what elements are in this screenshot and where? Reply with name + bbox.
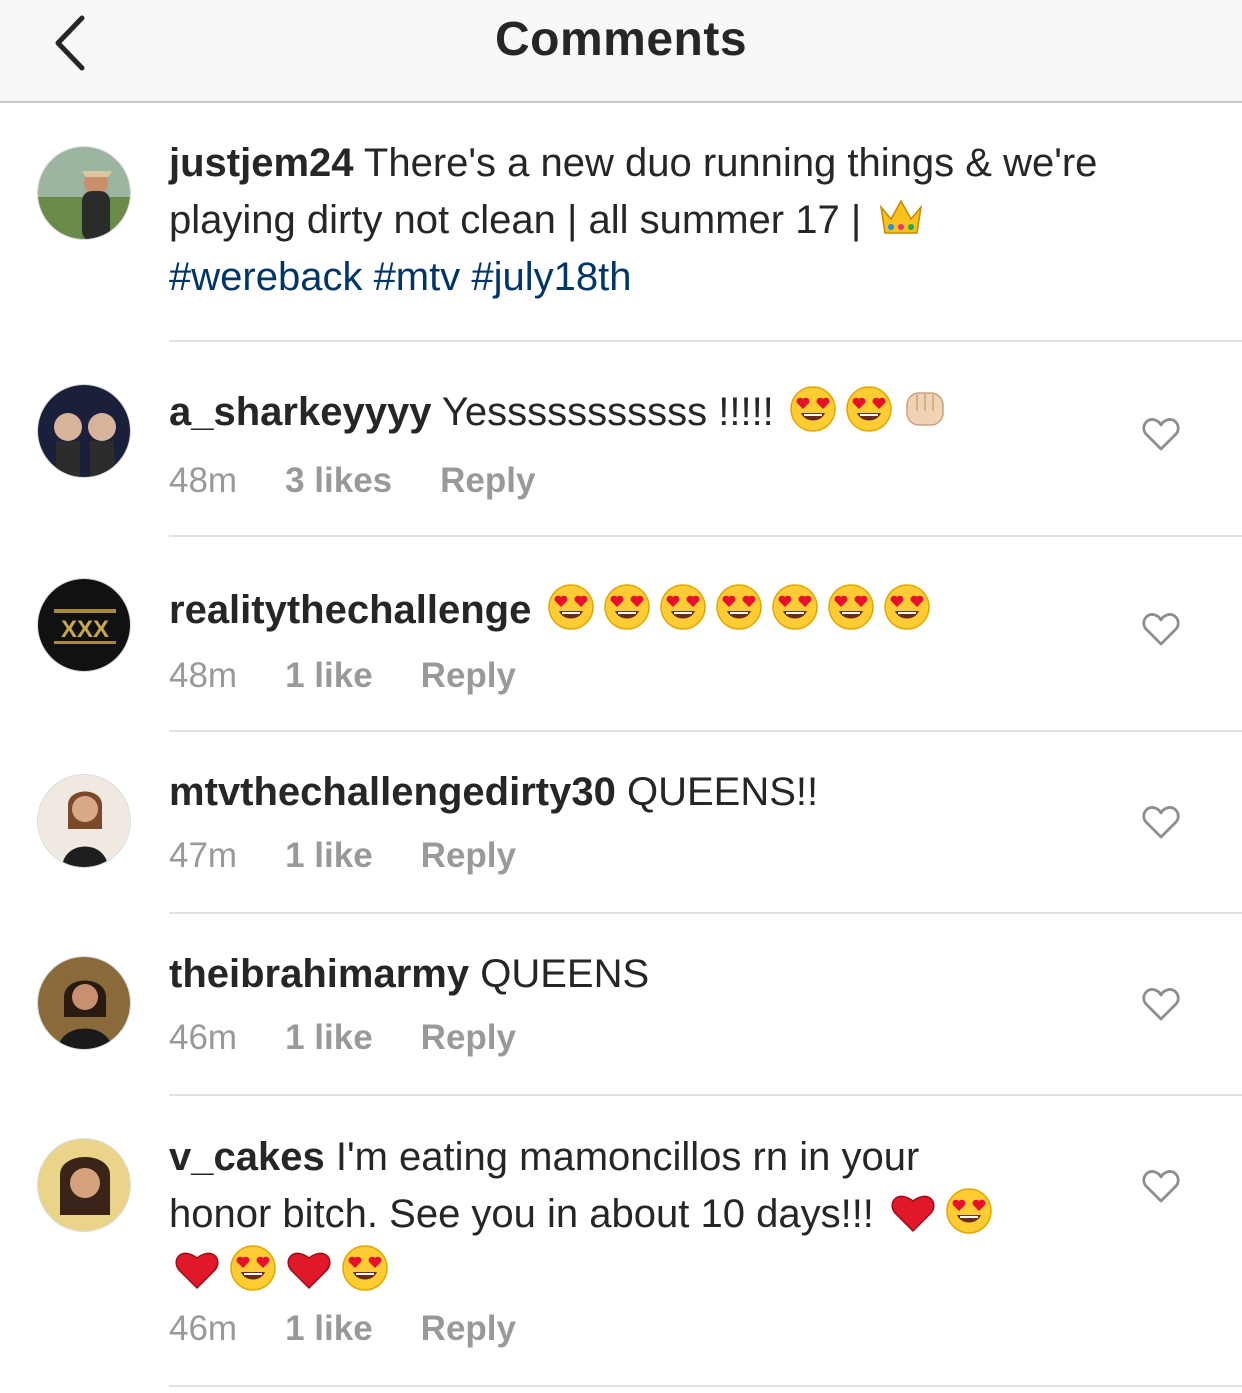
- comment-row: v_cakes I'm eating mamoncillos rn in you…: [0, 1096, 1242, 1386]
- heart-eyes-emoji-icon: [881, 583, 933, 631]
- comment-body: I'm eating mamoncillos rn in your: [335, 1135, 920, 1179]
- avatar[interactable]: XXX: [37, 578, 131, 672]
- comment-time: 48m: [169, 656, 238, 695]
- like-heart-icon[interactable]: [1141, 416, 1181, 452]
- red-heart-emoji-icon: [283, 1244, 335, 1292]
- crown-emoji-icon: [874, 193, 928, 241]
- heart-eyes-emoji-icon: [657, 583, 709, 631]
- comment-likes[interactable]: 3 likes: [285, 461, 392, 500]
- heart-eyes-emoji-icon: [843, 385, 895, 433]
- red-heart-emoji-icon: [171, 1244, 223, 1292]
- heart-eyes-emoji-icon: [713, 583, 765, 631]
- comment-likes[interactable]: 1 like: [285, 1018, 373, 1057]
- comment-meta: 46m 1 like Reply: [169, 1018, 564, 1058]
- comment-row: XXX realitythechallenge 48m 1 like Reply: [0, 537, 1242, 730]
- comment-row: mtvthechallengedirty30 QUEENS!! 47m 1 lik…: [0, 732, 1242, 912]
- heart-eyes-emoji-icon: [339, 1244, 391, 1292]
- red-heart-emoji-icon: [887, 1187, 939, 1235]
- comment-meta: 48m 3 likes Reply: [169, 461, 583, 501]
- fist-emoji-icon: [899, 385, 951, 433]
- comment-username[interactable]: a_sharkeyyyy: [169, 390, 431, 434]
- like-heart-icon[interactable]: [1141, 986, 1181, 1022]
- heart-eyes-emoji-icon: [787, 385, 839, 433]
- caption-text: justjem24 There's a new duo running thin…: [169, 135, 1169, 306]
- nav-bar: Comments: [0, 0, 1242, 103]
- comment-row: a_sharkeyyyy Yesssssssssss !!!!! 48m 3 li…: [0, 342, 1242, 535]
- comment-body: QUEENS!!: [626, 770, 819, 814]
- post-caption: justjem24 There's a new duo running thin…: [0, 104, 1242, 342]
- comment-username[interactable]: theibrahimarmy: [169, 952, 469, 996]
- reply-button[interactable]: Reply: [421, 656, 516, 695]
- divider: [169, 1385, 1242, 1387]
- heart-eyes-emoji-icon: [601, 583, 653, 631]
- reply-button[interactable]: Reply: [421, 836, 516, 875]
- comment-text: v_cakes I'm eating mamoncillos rn in you…: [169, 1129, 1169, 1300]
- reply-button[interactable]: Reply: [421, 1018, 516, 1057]
- comment-text: theibrahimarmy QUEENS: [169, 946, 1169, 1003]
- comment-username[interactable]: realitythechallenge: [169, 588, 531, 632]
- avatar[interactable]: [37, 146, 131, 240]
- comment-body: honor bitch. See you in about 10 days!!!: [169, 1192, 874, 1236]
- avatar[interactable]: [37, 1138, 131, 1232]
- heart-eyes-emoji-icon: [769, 583, 821, 631]
- like-heart-icon[interactable]: [1141, 804, 1181, 840]
- comment-row: theibrahimarmy QUEENS 46m 1 like Reply: [0, 914, 1242, 1094]
- caption-username[interactable]: justjem24: [169, 141, 354, 185]
- comment-time: 48m: [169, 461, 238, 500]
- comment-likes[interactable]: 1 like: [285, 656, 373, 695]
- comment-username[interactable]: v_cakes: [169, 1135, 325, 1179]
- hashtag[interactable]: #july18th: [471, 255, 631, 299]
- comment-body: Yesssssssssss !!!!!: [441, 390, 774, 434]
- comment-likes[interactable]: 1 like: [285, 1309, 373, 1348]
- reply-button[interactable]: Reply: [440, 461, 535, 500]
- hashtag[interactable]: #mtv: [374, 255, 461, 299]
- like-heart-icon[interactable]: [1141, 1168, 1181, 1204]
- comment-meta: 47m 1 like Reply: [169, 836, 564, 876]
- heart-eyes-emoji-icon: [943, 1187, 995, 1235]
- avatar-logo-text: XXX: [61, 616, 109, 643]
- heart-eyes-emoji-icon: [227, 1244, 279, 1292]
- comment-username[interactable]: mtvthechallengedirty30: [169, 770, 616, 814]
- comment-meta: 46m 1 like Reply: [169, 1309, 564, 1349]
- comment-likes[interactable]: 1 like: [285, 836, 373, 875]
- heart-eyes-emoji-icon: [545, 583, 597, 631]
- reply-button[interactable]: Reply: [421, 1309, 516, 1348]
- avatar[interactable]: [37, 384, 131, 478]
- comment-time: 47m: [169, 836, 238, 875]
- page-title: Comments: [494, 13, 748, 66]
- avatar[interactable]: [37, 956, 131, 1050]
- comment-time: 46m: [169, 1309, 238, 1348]
- comment-text: realitythechallenge: [169, 582, 1169, 639]
- comment-meta: 48m 1 like Reply: [169, 656, 564, 696]
- comment-time: 46m: [169, 1018, 238, 1057]
- comment-text: a_sharkeyyyy Yesssssssssss !!!!!: [169, 384, 1169, 441]
- comment-text: mtvthechallengedirty30 QUEENS!!: [169, 764, 1169, 821]
- comment-body: QUEENS: [480, 952, 650, 996]
- hashtag[interactable]: #wereback: [169, 255, 362, 299]
- avatar[interactable]: [37, 774, 131, 868]
- like-heart-icon[interactable]: [1141, 611, 1181, 647]
- heart-eyes-emoji-icon: [825, 583, 877, 631]
